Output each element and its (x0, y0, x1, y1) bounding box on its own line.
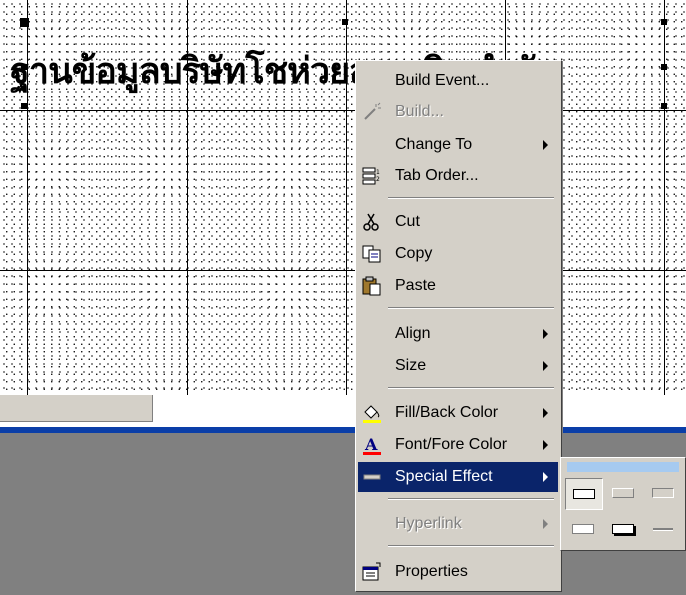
menu-separator (388, 197, 554, 199)
svg-text:2: 2 (376, 176, 380, 183)
menu-item-label: Change To (395, 136, 473, 153)
copy-icon (361, 243, 383, 265)
menu-item-label: Build Event... (395, 72, 490, 89)
special-effect-icon (361, 466, 383, 488)
effect-raised-swatch[interactable] (605, 478, 641, 508)
menu-item-special-effect[interactable]: Special Effect (358, 462, 558, 492)
submenu-arrow-icon (543, 472, 548, 482)
paste-icon (361, 275, 383, 297)
resize-handle[interactable] (21, 103, 27, 109)
menu-separator (388, 307, 554, 309)
menu-item-label: Fill/Back Color (395, 404, 499, 421)
menu-separator (388, 387, 554, 389)
menu-item-label: Special Effect (395, 468, 493, 485)
submenu-arrow-icon (543, 140, 548, 150)
effect-shadowed-swatch[interactable] (605, 514, 641, 544)
menu-item-hyperlink[interactable]: Hyperlink (358, 509, 558, 539)
menu-item-change-to[interactable]: Change To (358, 130, 558, 160)
grid-line (0, 270, 686, 271)
special-effect-palette (560, 457, 686, 551)
menu-item-copy[interactable]: Copy (358, 239, 558, 269)
form-design-grid[interactable]: ฐานข้อมูลบริษัทโชห่วยสุขเจริญจำกัด (0, 0, 686, 395)
svg-text:1: 1 (376, 169, 380, 176)
grid-line (0, 110, 686, 111)
font-color-icon: A (361, 434, 383, 456)
menu-item-label: Align (395, 325, 431, 342)
menu-item-cut[interactable]: Cut (358, 207, 558, 237)
palette-drag-bar[interactable] (567, 462, 679, 472)
menu-item-paste[interactable]: Paste (358, 271, 558, 301)
menu-item-label: Properties (395, 563, 468, 580)
properties-icon (361, 561, 383, 583)
menu-item-tab-order[interactable]: 12 Tab Order... (358, 161, 558, 191)
menu-separator (388, 498, 554, 500)
menu-item-label: Cut (395, 213, 420, 230)
menu-item-properties[interactable]: Properties (358, 557, 558, 587)
menu-item-label: Font/Fore Color (395, 436, 508, 453)
fill-bucket-icon (361, 402, 383, 424)
menu-item-build[interactable]: Build... (358, 97, 558, 127)
menu-item-align[interactable]: Align (358, 319, 558, 349)
submenu-arrow-icon (543, 519, 548, 529)
menu-item-label: Copy (395, 245, 433, 262)
effect-sunken-swatch[interactable] (645, 478, 681, 508)
resize-handle[interactable] (342, 19, 348, 25)
wand-icon (361, 101, 383, 123)
menu-item-label: Build... (395, 103, 444, 120)
resize-handle[interactable] (661, 64, 667, 70)
submenu-arrow-icon (543, 408, 548, 418)
effect-flat-swatch[interactable] (565, 478, 603, 510)
menu-item-font-fore-color[interactable]: A Font/Fore Color (358, 430, 558, 460)
menu-item-build-event[interactable]: Build Event... (358, 66, 558, 96)
menu-separator (388, 545, 554, 547)
scissors-icon (361, 211, 383, 233)
resize-handle[interactable] (661, 19, 667, 25)
menu-item-label: Hyperlink (395, 515, 462, 532)
menu-item-label: Paste (395, 277, 436, 294)
effect-etched-swatch[interactable] (565, 514, 601, 544)
submenu-arrow-icon (543, 440, 548, 450)
record-selector-area (0, 395, 153, 422)
submenu-arrow-icon (543, 361, 548, 371)
resize-handle[interactable] (661, 103, 667, 109)
submenu-arrow-icon (543, 329, 548, 339)
menu-item-size[interactable]: Size (358, 351, 558, 381)
context-menu: Build Event... Build... Change To 12 Tab… (355, 60, 562, 592)
move-handle[interactable] (20, 18, 29, 27)
tab-order-icon: 12 (361, 165, 383, 187)
svg-text:A: A (364, 435, 378, 454)
menu-item-label: Size (395, 357, 427, 374)
menu-item-label: Tab Order... (395, 167, 479, 184)
grid-line (664, 0, 665, 395)
menu-item-fill-back-color[interactable]: Fill/Back Color (358, 398, 558, 428)
effect-chiseled-swatch[interactable] (645, 514, 681, 544)
